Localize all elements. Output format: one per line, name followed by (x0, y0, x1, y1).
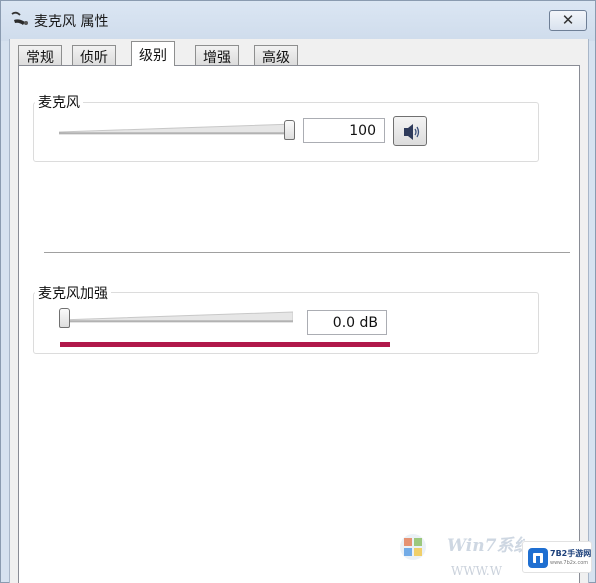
microphone-label: 麦克风 (35, 92, 83, 112)
title-bar[interactable]: 麦克风 属性 ✕ (1, 1, 596, 39)
site-logo-icon (528, 548, 548, 568)
levels-tab-panel: 麦克风 100 麦克风加强 0.0 dB (18, 65, 580, 583)
input-level-meter (60, 342, 390, 347)
microphone-app-icon (11, 11, 28, 25)
tab-enhancements[interactable]: 增强 (195, 45, 239, 66)
watermark-url: WWW.W (451, 564, 503, 578)
tab-general[interactable]: 常规 (18, 45, 62, 66)
properties-window: 麦克风 属性 ✕ 常规 侦听 级别 增强 高级 麦克风 100 麦克风加强 0.… (0, 0, 596, 583)
tab-label: 侦听 (80, 50, 108, 66)
speaker-icon (404, 124, 420, 140)
microphone-level-value: 100 (349, 123, 376, 139)
tab-listen[interactable]: 侦听 (72, 45, 116, 66)
boost-slider-track[interactable] (59, 310, 293, 324)
tab-levels[interactable]: 级别 (131, 41, 175, 66)
tab-label: 级别 (139, 48, 167, 64)
site-badge-url: www.7b2x.com (550, 560, 589, 566)
win7-watermark-logo: Win7系统 WWW.W (400, 534, 525, 578)
section-divider (44, 252, 570, 254)
site-badge-label: 7B2手游网 (550, 549, 592, 558)
dialog-client-area: 常规 侦听 级别 增强 高级 麦克风 100 麦克风加强 0.0 dB (9, 39, 589, 583)
site-badge: 7B2手游网 www.7b2x.com (522, 541, 592, 573)
microphone-slider-track[interactable] (59, 122, 295, 136)
boost-label: 麦克风加强 (35, 283, 111, 303)
tab-label: 增强 (203, 50, 231, 66)
close-button[interactable]: ✕ (549, 10, 587, 31)
tab-label: 高级 (262, 50, 290, 66)
mute-button[interactable] (393, 116, 427, 146)
tab-advanced[interactable]: 高级 (254, 45, 298, 66)
tab-label: 常规 (26, 50, 54, 66)
microphone-slider-thumb[interactable] (284, 120, 295, 140)
close-icon: ✕ (561, 11, 575, 29)
boost-level-field[interactable]: 0.0 dB (307, 310, 387, 335)
window-title: 麦克风 属性 (34, 14, 109, 30)
boost-slider-thumb[interactable] (59, 308, 70, 328)
microphone-level-field[interactable]: 100 (303, 118, 385, 143)
boost-level-value: 0.0 dB (332, 315, 378, 331)
watermark-text: Win7系统 (447, 536, 525, 556)
